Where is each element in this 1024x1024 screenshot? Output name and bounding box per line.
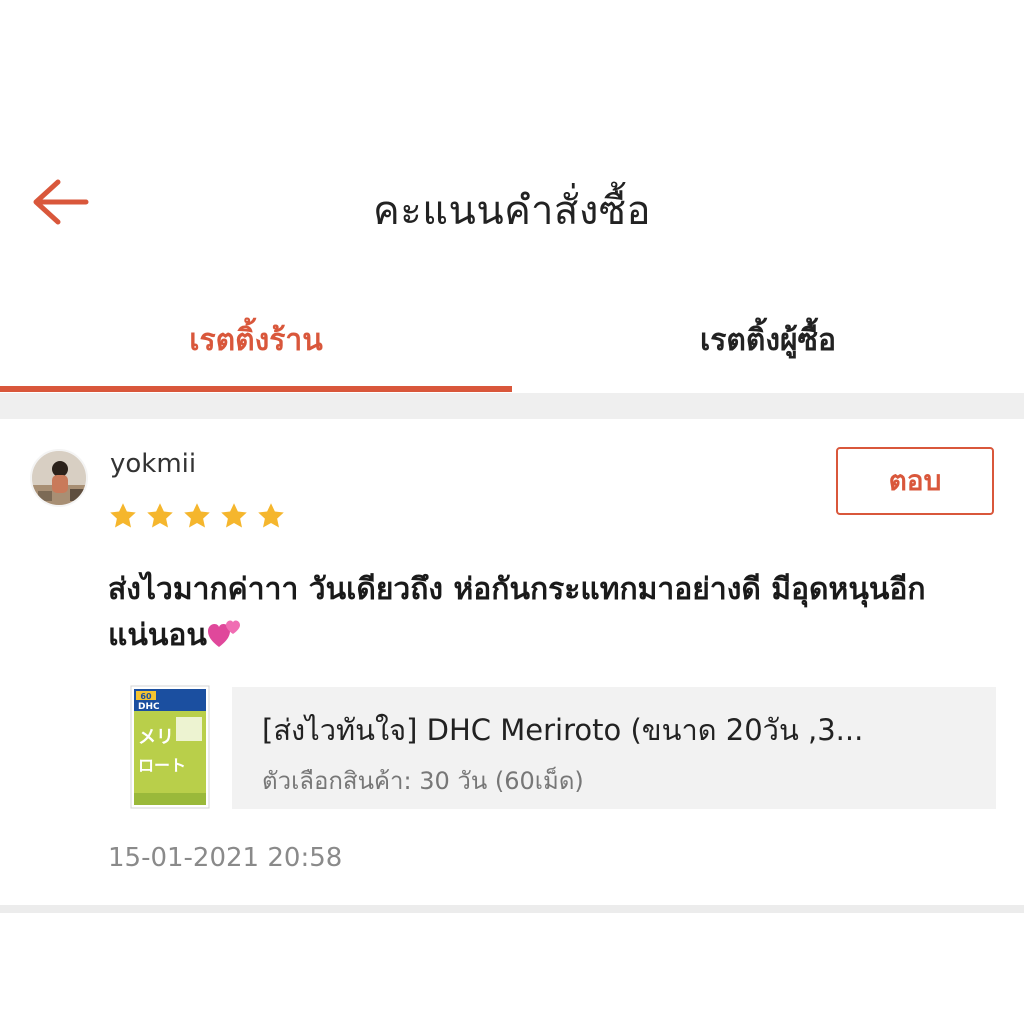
review-timestamp: 15-01-2021 20:58 [108, 843, 343, 873]
active-tab-indicator [0, 386, 512, 392]
product-thumbnail: 60 DHC メリ ロート [130, 685, 210, 809]
reply-button[interactable]: ตอบ [836, 447, 994, 515]
rating-tabs: เรตติ้งร้าน เรตติ้งผู้ซื้อ [0, 290, 1024, 394]
star-icon [110, 503, 136, 528]
thumb-jp-text-2: ロート [138, 756, 186, 775]
product-info-box[interactable]: [ส่งไวทันใจ] DHC Meriroto (ขนาด 20วัน ,3… [232, 687, 996, 809]
reviewer-username: yokmii [110, 449, 197, 479]
star-icon [184, 503, 210, 528]
thumb-brand-text: DHC [138, 702, 160, 712]
review-comment: ส่งไวมากค่าาา วันเดียวถึง ห่อกันกระแทกมา… [108, 567, 998, 659]
user-avatar[interactable] [30, 449, 88, 507]
tab-buyer-rating[interactable]: เรตติ้งผู้ซื้อ [512, 290, 1024, 390]
two-hearts-icon [207, 620, 240, 647]
star-rating [108, 501, 286, 531]
page-title: คะแนนคำสั่งซื้อ [372, 188, 652, 234]
thumb-jp-text-1: メリ [138, 727, 174, 748]
product-name: [ส่งไวทันใจ] DHC Meriroto (ขนาด 20วัน ,3… [262, 713, 864, 747]
header-bar: คะแนนคำสั่งซื้อ [0, 140, 1024, 260]
bottom-divider [0, 905, 1024, 913]
thumb-count-text: 60 [140, 692, 152, 701]
star-icon [221, 503, 247, 528]
star-icon [258, 503, 284, 528]
reviewed-product[interactable]: 60 DHC メリ ロート [ส่งไวทันใจ] DHC Meriroto … [130, 685, 996, 811]
star-icon [147, 503, 173, 528]
section-divider [0, 393, 1024, 419]
product-variant: ตัวเลือกสินค้า: 30 วัน (60เม็ด) [262, 767, 584, 795]
review-card: yokmii ตอบ ส่งไวมากค่าาา วันเดียวถึง ห่อ… [0, 419, 1024, 905]
tab-shop-rating[interactable]: เรตติ้งร้าน [0, 290, 512, 390]
